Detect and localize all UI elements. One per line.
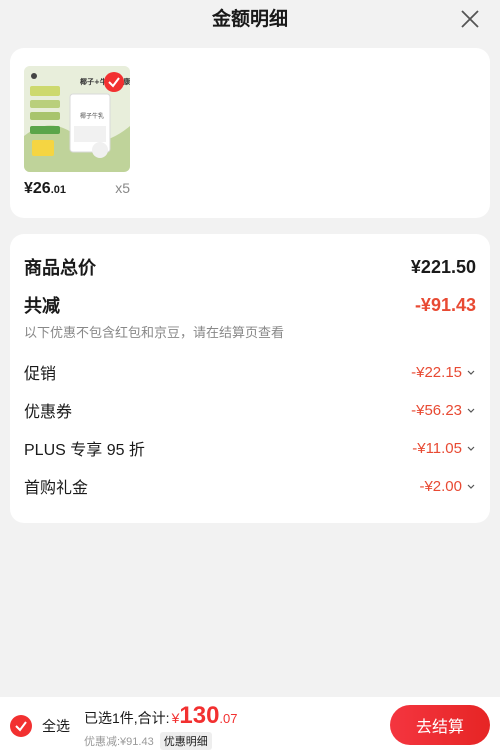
discount-value: -¥22.15 <box>411 364 476 381</box>
summary-prefix: 已选1件,合计: <box>84 710 170 726</box>
amount-detail-card: 商品总价 ¥221.50 共减 -¥91.43 以下优惠不包含红包和京豆，请在结… <box>10 234 490 523</box>
total-price-value: ¥221.50 <box>410 256 476 277</box>
discount-row-plus[interactable]: PLUS 专享 95 折 -¥11.05 <box>24 429 476 467</box>
discount-summary: 优惠减:¥91.43 优惠明细 <box>84 732 238 750</box>
discount-value: -¥11.05 <box>412 440 476 457</box>
product-card: 椰子+牛乳 健康 椰子牛乳 ¥26.01 x5 <box>10 48 490 218</box>
currency-symbol: ¥ <box>171 710 180 726</box>
product-price-row: ¥26.01 x5 <box>24 180 130 198</box>
chevron-down-icon <box>467 484 475 489</box>
close-icon[interactable] <box>458 7 482 31</box>
chevron-down-icon <box>467 370 475 375</box>
discount-label: 促销 <box>24 366 57 383</box>
header: 金额明细 <box>0 0 500 40</box>
total-price-label: 商品总价 <box>24 258 96 278</box>
discount-row-coupon[interactable]: 优惠券 -¥56.23 <box>24 391 476 429</box>
discount-row-first-purchase[interactable]: 首购礼金 -¥2.00 <box>24 467 476 505</box>
discount-label: 首购礼金 <box>24 480 89 497</box>
product-thumbnail[interactable]: 椰子+牛乳 健康 椰子牛乳 <box>24 66 130 172</box>
page-title: 金额明细 <box>211 9 288 30</box>
discount-label: 优惠券 <box>24 404 73 421</box>
discount-total-text: 优惠减:¥91.43 <box>84 736 154 748</box>
chevron-down-icon <box>467 408 475 413</box>
checkout-bar: 全选 已选1件,合计: ¥ 130 .07 优惠减:¥91.43 优惠明细 去结… <box>0 697 500 755</box>
discount-value: -¥56.23 <box>411 402 476 419</box>
total-amount-decimal: .07 <box>219 711 238 726</box>
product-price: ¥26.01 <box>24 180 66 197</box>
thumb-pack-label: 椰子牛乳 <box>80 112 104 120</box>
discount-row-promotion[interactable]: 促销 -¥22.15 <box>24 353 476 391</box>
select-all-label[interactable]: 全选 <box>42 716 70 736</box>
checkout-button[interactable]: 去结算 <box>390 705 490 745</box>
total-reduction-value: -¥91.43 <box>414 294 476 315</box>
product-selected-check-icon[interactable] <box>104 72 124 92</box>
select-all-check-icon[interactable] <box>10 715 32 737</box>
product-quantity: x5 <box>115 180 130 196</box>
total-reduction-label: 共减 <box>24 296 60 316</box>
order-summary: 已选1件,合计: ¥ 130 .07 优惠减:¥91.43 优惠明细 <box>84 702 238 750</box>
discount-value: -¥2.00 <box>419 478 476 495</box>
total-price-row: 商品总价 ¥221.50 <box>24 250 476 284</box>
chevron-down-icon <box>467 446 475 451</box>
discount-note: 以下优惠不包含红包和京豆，请在结算页查看 <box>24 325 285 340</box>
total-reduction-row: 共减 -¥91.43 <box>24 290 476 320</box>
discount-detail-link[interactable]: 优惠明细 <box>159 732 212 750</box>
total-amount: 130 <box>179 702 220 729</box>
order-total: 已选1件,合计: ¥ 130 .07 <box>84 702 238 730</box>
discount-label: PLUS 专享 95 折 <box>24 442 145 459</box>
